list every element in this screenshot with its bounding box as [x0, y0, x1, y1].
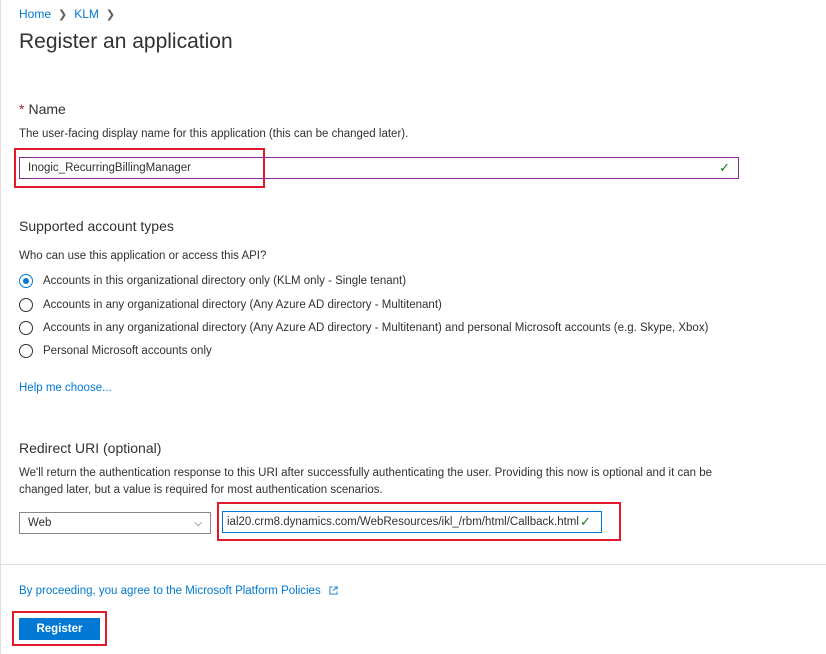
platform-policies-link[interactable]: By proceeding, you agree to the Microsof… — [19, 585, 321, 597]
redirect-uri-label: Redirect URI (optional) — [19, 440, 162, 456]
breadcrumb-home[interactable]: Home — [19, 7, 51, 21]
radio-icon[interactable] — [19, 321, 33, 335]
account-option-personal[interactable]: Personal Microsoft accounts only — [19, 344, 212, 358]
name-description: The user-facing display name for this ap… — [19, 128, 409, 140]
highlight-box-register — [12, 611, 107, 646]
radio-icon[interactable] — [19, 344, 33, 358]
policy-notice: By proceeding, you agree to the Microsof… — [19, 585, 338, 597]
external-link-icon — [329, 586, 338, 595]
name-label-text: Name — [28, 101, 66, 117]
left-border — [0, 0, 1, 654]
chevron-right-icon: ❯ — [105, 8, 116, 21]
account-types-label: Supported account types — [19, 218, 174, 234]
checkmark-icon: ✓ — [719, 160, 730, 175]
chevron-down-icon: ⌵ — [194, 517, 202, 529]
option-label: Accounts in any organizational directory… — [43, 299, 442, 311]
footer-divider — [0, 564, 826, 565]
breadcrumb: Home ❯ KLM ❯ — [19, 7, 122, 21]
account-types-question: Who can use this application or access t… — [19, 250, 267, 262]
name-label: * Name — [19, 101, 66, 117]
highlight-box-uri — [217, 502, 621, 541]
option-label: Accounts in any organizational directory… — [43, 322, 709, 334]
account-option-multitenant-personal[interactable]: Accounts in any organizational directory… — [19, 321, 708, 335]
help-me-choose-link[interactable]: Help me choose... — [19, 382, 112, 394]
redirect-description-line2: changed later, but a value is required f… — [19, 484, 383, 496]
platform-selected-value: Web — [28, 517, 52, 529]
page-title: Register an application — [19, 30, 233, 53]
redirect-description-line1: We'll return the authentication response… — [19, 467, 713, 479]
option-label: Accounts in this organizational director… — [43, 275, 407, 287]
required-marker: * — [19, 101, 25, 117]
highlight-box-name — [14, 148, 265, 188]
radio-selected-icon[interactable] — [19, 274, 33, 288]
platform-select[interactable]: Web ⌵ — [19, 512, 211, 534]
chevron-right-icon: ❯ — [58, 8, 68, 21]
account-option-single-tenant[interactable]: Accounts in this organizational director… — [19, 274, 406, 288]
breadcrumb-klm[interactable]: KLM — [74, 7, 99, 21]
radio-icon[interactable] — [19, 298, 33, 312]
account-option-multitenant[interactable]: Accounts in any organizational directory… — [19, 298, 442, 312]
option-label: Personal Microsoft accounts only — [43, 345, 212, 357]
